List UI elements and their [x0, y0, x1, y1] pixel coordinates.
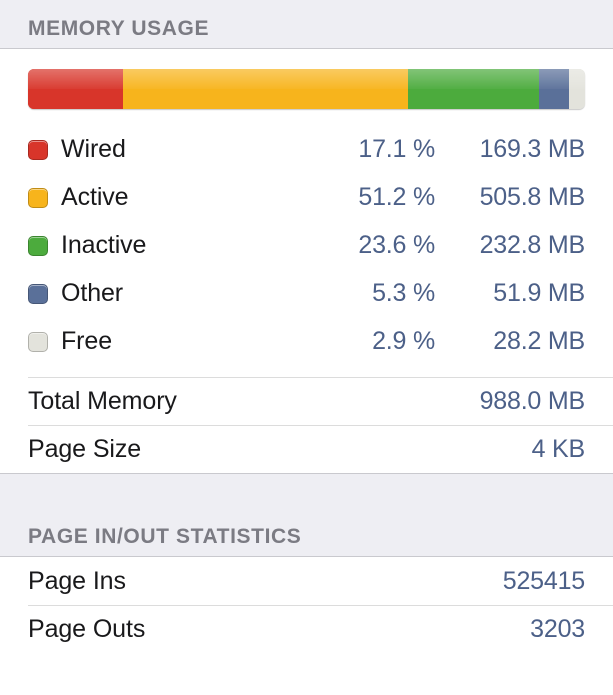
memory-usage-screen: MEMORY USAGE Wired 17.1 % 169.3 MB Active 51…: [0, 0, 613, 695]
memory-legend-row: Free 2.9 % 28.2 MB: [28, 317, 613, 365]
memory-legend-percent: 23.6 %: [358, 231, 435, 259]
page-statistics-label: Page Outs: [28, 615, 146, 643]
memory-legend-percent: 5.3 %: [372, 279, 435, 307]
memory-summary-row: Total Memory 988.0 MB: [28, 377, 613, 425]
section-header-page-statistics: PAGE IN/OUT STATISTICS: [0, 473, 613, 557]
memory-bar-segment-free: [568, 69, 585, 109]
memory-summary-list: Total Memory 988.0 MB Page Size 4 KB: [0, 377, 613, 473]
memory-legend-size: 232.8 MB: [479, 231, 586, 259]
memory-legend-label: Active: [61, 183, 129, 211]
memory-legend-row: Inactive 23.6 % 232.8 MB: [28, 221, 613, 269]
memory-summary-value: 988.0 MB: [479, 387, 586, 415]
memory-legend-row: Other 5.3 % 51.9 MB: [28, 269, 613, 317]
memory-bar-segment-inactive: [408, 69, 540, 109]
memory-summary-row: Page Size 4 KB: [28, 425, 613, 473]
memory-bar-segment-other: [539, 69, 570, 109]
memory-usage-bar: [28, 69, 585, 109]
section-title: MEMORY USAGE: [28, 17, 210, 40]
color-swatch-icon: [28, 235, 48, 256]
memory-legend-size: 28.2 MB: [493, 327, 585, 355]
memory-legend-label: Inactive: [61, 231, 147, 259]
memory-legend-row: Wired 17.1 % 169.3 MB: [28, 125, 613, 173]
page-statistics-row: Page Outs 3203: [28, 605, 613, 653]
memory-legend-size: 169.3 MB: [479, 135, 586, 163]
memory-legend-label: Wired: [61, 135, 126, 163]
memory-legend-label: Free: [61, 327, 113, 355]
memory-bar-segment-active: [123, 69, 409, 109]
memory-summary-value: 4 KB: [531, 435, 586, 463]
memory-legend-percent: 17.1 %: [358, 135, 435, 163]
page-statistics-row: Page Ins 525415: [28, 557, 613, 605]
memory-legend-row: Active 51.2 % 505.8 MB: [28, 173, 613, 221]
memory-legend-size: 51.9 MB: [493, 279, 585, 307]
page-statistics-value: 3203: [530, 615, 585, 643]
page-statistics-list: Page Ins 525415 Page Outs 3203: [0, 557, 613, 653]
section-header-memory-usage: MEMORY USAGE: [0, 0, 613, 49]
memory-legend-label: Other: [61, 279, 124, 307]
page-statistics-value: 525415: [502, 567, 585, 595]
color-swatch-icon: [28, 331, 48, 352]
color-swatch-icon: [28, 139, 48, 160]
memory-summary-label: Total Memory: [28, 387, 177, 415]
memory-summary-label: Page Size: [28, 435, 142, 463]
color-swatch-icon: [28, 283, 48, 304]
page-statistics-label: Page Ins: [28, 567, 126, 595]
memory-legend-size: 505.8 MB: [479, 183, 586, 211]
memory-legend-percent: 51.2 %: [358, 183, 435, 211]
memory-legend-percent: 2.9 %: [372, 327, 435, 355]
memory-bar-segment-wired: [28, 69, 124, 109]
color-swatch-icon: [28, 187, 48, 208]
memory-bar-container: [0, 49, 613, 125]
memory-legend-list: Wired 17.1 % 169.3 MB Active 51.2 % 505.8 MB I…: [0, 125, 613, 365]
section-title: PAGE IN/OUT STATISTICS: [28, 525, 302, 548]
